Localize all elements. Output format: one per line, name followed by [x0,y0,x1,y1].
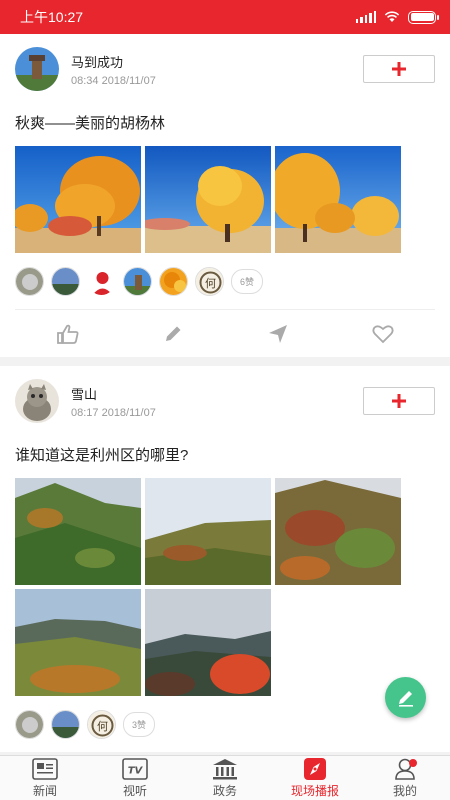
plus-icon [392,62,406,76]
signal-icon [355,11,376,23]
post-text: 秋爽——美丽的胡杨林 [15,115,166,132]
post-photo[interactable] [15,478,141,585]
like-count[interactable]: 3赞 [123,711,156,737]
photo-grid [15,146,435,253]
thumbs-up-icon[interactable] [53,324,83,344]
post-photo[interactable] [145,478,271,585]
status-time: 上午10:27 [20,9,84,25]
pencil-icon [398,690,413,707]
avatar[interactable] [15,379,59,423]
tab-label: 新闻 [32,783,57,798]
svg-text:何: 何 [205,277,216,290]
feed[interactable]: 马到成功 08:34 2018/11/07 秋爽——美丽的胡杨林 何 6赞 雪山… [0,34,450,755]
follow-button[interactable] [363,55,435,83]
svg-text:TV: TV [128,765,144,776]
like-count[interactable]: 6赞 [231,268,264,294]
tab-label: 政务 [212,783,237,798]
post-photo[interactable] [275,146,401,253]
author-name[interactable]: 雪山 [71,384,156,403]
liker-avatar[interactable] [123,266,152,296]
post-photo[interactable] [275,478,401,585]
post-photo[interactable] [15,589,141,696]
liker-avatar[interactable] [87,266,116,296]
svg-text:何: 何 [97,720,108,733]
post-header: 马到成功 08:34 2018/11/07 [15,34,435,104]
tab-label: 现场播报 [290,783,339,798]
liker-avatar[interactable] [15,266,44,296]
news-icon [32,757,58,780]
heart-icon[interactable] [368,324,398,344]
author-name[interactable]: 马到成功 [71,52,156,71]
tab-label: 视听 [122,783,147,798]
compass-icon [304,757,326,780]
tab-audio-video[interactable]: TV 视听 [90,756,180,800]
liker-avatar[interactable] [159,266,188,296]
tab-news[interactable]: 新闻 [0,756,90,800]
post-time: 08:34 2018/11/07 [71,74,156,87]
post-header: 雪山 08:17 2018/11/07 [15,366,435,436]
post-actions [15,309,435,357]
tab-government[interactable]: 政务 [180,756,270,800]
liker-avatar[interactable] [51,709,80,739]
send-icon[interactable] [263,324,293,344]
post-time: 08:17 2018/11/07 [71,406,156,419]
liker-avatar[interactable]: 何 [87,709,116,739]
post-photo[interactable] [145,146,271,253]
post-text: 谁知道这是利州区的哪里? [15,447,189,464]
compose-button[interactable] [385,677,426,718]
post-card: 马到成功 08:34 2018/11/07 秋爽——美丽的胡杨林 何 6赞 [0,34,450,357]
tab-mine[interactable]: 我的 [360,756,450,800]
wifi-icon [384,11,400,22]
notification-dot [408,759,417,767]
post-photo[interactable] [15,146,141,253]
follow-button[interactable] [363,387,435,415]
tab-live-report[interactable]: 现场播报 [270,756,360,800]
avatar[interactable] [15,47,59,91]
status-icons [355,10,439,24]
government-icon [213,758,237,779]
post-card: 雪山 08:17 2018/11/07 谁知道这是利州区的哪里? 何 3赞 [0,366,450,752]
plus-icon [392,394,406,408]
status-bar: 上午10:27 [0,0,450,34]
tab-bar: 新闻 TV 视听 政务 现场播报 我的 [0,755,450,800]
likers-row: 何 6赞 [15,253,435,309]
liker-avatar[interactable] [15,709,44,739]
likers-row: 何 3赞 [15,696,435,752]
photo-grid [15,478,435,696]
liker-avatar[interactable]: 何 [195,266,224,296]
battery-icon [408,10,439,24]
liker-avatar[interactable] [51,266,80,296]
tv-icon: TV [122,757,148,780]
pencil-icon[interactable] [158,324,188,344]
tab-label: 我的 [392,783,417,798]
post-photo[interactable] [145,589,271,696]
